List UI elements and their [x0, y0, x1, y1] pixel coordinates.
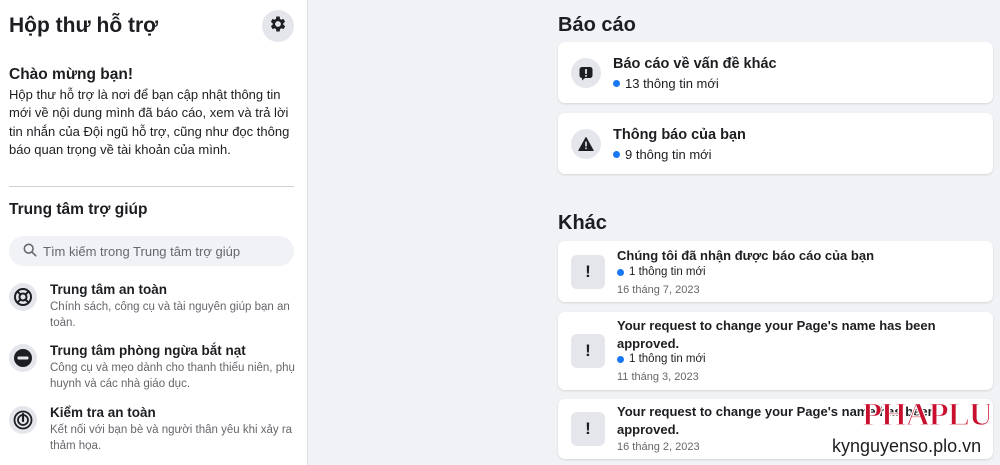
exclamation-icon: ! [571, 412, 605, 446]
help-item-title: Kiểm tra an toàn [50, 405, 156, 420]
divider [9, 186, 294, 187]
other-card-report-received[interactable]: ! Chúng tôi đã nhận được báo cáo của bạn… [558, 241, 993, 302]
card-meta: 9 thông tin mới [613, 147, 712, 162]
card-meta: 1 thông tin mới [617, 353, 706, 365]
unread-dot [613, 80, 620, 87]
help-item-title: Trung tâm phòng ngừa bắt nạt [50, 343, 246, 358]
unread-dot [617, 355, 624, 363]
help-center-search-input[interactable]: Tìm kiếm trong Trung tâm trợ giúp [9, 236, 294, 266]
report-card-other-issue[interactable]: Báo cáo về vấn đề khác 13 thông tin mới [558, 42, 993, 103]
no-entry-icon [9, 344, 37, 372]
card-date: 11 tháng 3, 2023 [617, 371, 699, 383]
warning-icon [571, 129, 601, 159]
unread-dot [617, 268, 624, 276]
help-item-title: Trung tâm an toàn [50, 282, 168, 297]
help-item-desc: Chính sách, công cụ và tài nguyên giúp b… [50, 301, 290, 329]
card-meta-text: 1 thông tin mới [629, 266, 706, 278]
card-title: Your request to change your Page's name … [617, 318, 936, 351]
report-card-notifications[interactable]: Thông báo của bạn 9 thông tin mới [558, 113, 993, 174]
reports-section-title: Báo cáo [558, 14, 636, 36]
help-item-desc: Công cụ và mẹo dành cho thanh thiếu niên… [50, 362, 295, 390]
svg-text:PHAPLUAT: PHAPLUAT [862, 397, 990, 431]
exclamation-icon: ! [571, 334, 605, 368]
card-title: Báo cáo về vấn đề khác [613, 56, 777, 72]
card-meta-text: 13 thông tin mới [625, 76, 719, 91]
other-section-title: Khác [558, 212, 607, 234]
card-date: 16 tháng 7, 2023 [617, 284, 700, 296]
phapluat-logo: PHAPLUAT [861, 395, 1000, 436]
gear-icon [268, 14, 288, 39]
watermark-url: kynguyenso.plo.vn [832, 436, 982, 456]
help-item-desc: Kết nối với bạn bè và người thân yêu khi… [50, 424, 293, 452]
unread-dot [613, 151, 620, 158]
search-icon [23, 243, 37, 260]
search-placeholder: Tìm kiếm trong Trung tâm trợ giúp [43, 243, 241, 259]
card-meta: 1 thông tin mới [617, 266, 706, 278]
card-meta-text: 1 thông tin mới [629, 353, 706, 365]
welcome-title: Chào mừng bạn! [9, 66, 134, 83]
card-date: 16 tháng 2, 2023 [617, 441, 700, 453]
welcome-text: Hộp thư hỗ trợ là nơi để bạn cập nhật th… [9, 87, 290, 157]
card-title: Chúng tôi đã nhận được báo cáo của bạn [617, 248, 875, 263]
safety-check-icon [9, 406, 37, 434]
settings-button[interactable] [262, 10, 294, 42]
report-icon [571, 58, 601, 88]
card-meta-text: 9 thông tin mới [625, 147, 712, 162]
support-inbox-sidebar: Hộp thư hỗ trợ Chào mừng bạn! Hộp thư hỗ… [0, 0, 308, 465]
sidebar-title: Hộp thư hỗ trợ [9, 14, 159, 37]
card-title: Thông báo của bạn [613, 127, 746, 143]
other-card-page-name-approved[interactable]: ! Your request to change your Page's nam… [558, 312, 993, 390]
lifebuoy-icon [9, 283, 37, 311]
exclamation-icon: ! [571, 255, 605, 289]
help-center-title: Trung tâm trợ giúp [9, 201, 148, 218]
card-meta: 13 thông tin mới [613, 76, 719, 91]
